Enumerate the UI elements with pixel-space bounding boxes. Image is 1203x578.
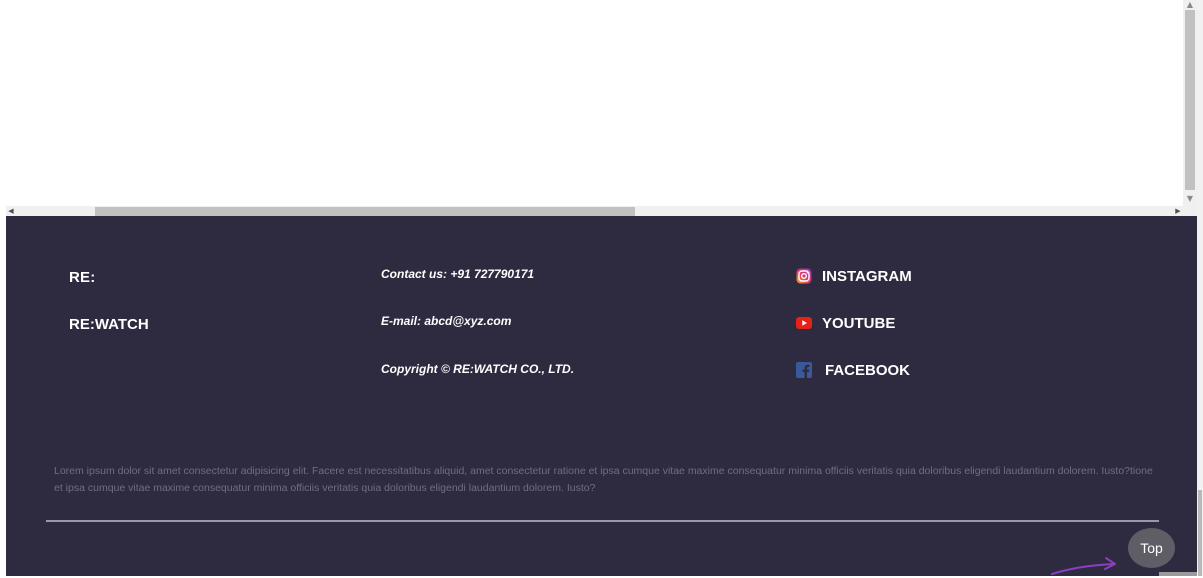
embedded-frame	[6, 0, 1183, 206]
instagram-link[interactable]: INSTAGRAM	[796, 266, 912, 286]
contact-phone-text: Contact us: +91 727790171	[381, 267, 535, 281]
facebook-label: FACEBOOK	[825, 361, 911, 379]
youtube-link[interactable]: YOUTUBE	[796, 313, 895, 333]
horizontal-scroll-thumb[interactable]	[95, 207, 635, 216]
frame-horizontal-scrollbar[interactable]: ◀ ▶	[6, 206, 1183, 216]
footer-description: Lorem ipsum dolor sit amet consectetur a…	[54, 465, 1153, 494]
scroll-left-arrow-icon[interactable]: ◀	[6, 206, 16, 216]
facebook-link[interactable]: FACEBOOK	[796, 360, 910, 380]
annotation-arrow-icon	[1051, 557, 1116, 575]
page-scroll-thumb[interactable]	[1198, 490, 1202, 576]
youtube-label: YOUTUBE	[822, 314, 896, 332]
vertical-scroll-thumb[interactable]	[1185, 10, 1195, 190]
copyright-text: Copyright © RE:WATCH CO., LTD.	[381, 362, 575, 376]
site-footer: RE: RE:WATCH Contact us: +91 727790171 E…	[6, 216, 1197, 576]
corner-widget	[1159, 572, 1197, 576]
facebook-icon	[796, 362, 812, 378]
frame-vertical-scrollbar[interactable]: ▲ ▼	[1183, 0, 1197, 216]
contact-email-text: E-mail: abcd@xyz.com	[381, 314, 512, 328]
instagram-icon	[796, 268, 812, 284]
youtube-icon	[796, 315, 812, 331]
scroll-down-arrow-icon[interactable]: ▼	[1183, 194, 1197, 204]
instagram-label: INSTAGRAM	[822, 267, 912, 285]
back-to-top-button[interactable]: Top	[1128, 528, 1175, 568]
brand-name-label: RE:WATCH	[69, 316, 149, 333]
brand-short-label: RE:	[69, 269, 96, 286]
scroll-up-arrow-icon[interactable]: ▲	[1183, 0, 1197, 10]
scroll-right-arrow-icon[interactable]: ▶	[1173, 206, 1183, 216]
footer-divider	[46, 520, 1159, 522]
page-vertical-scrollbar[interactable]	[1197, 0, 1203, 576]
